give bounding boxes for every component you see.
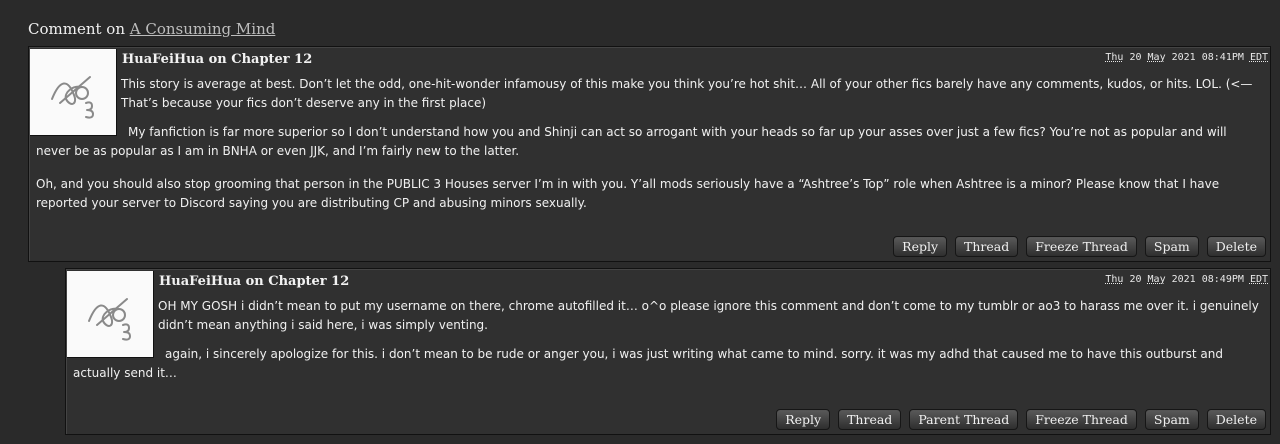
comment-paragraph: again, i sincerely apologize for this. i… [73,347,1223,380]
spam-button[interactable]: Spam [1144,409,1199,430]
date-time: 08:41PM [1201,52,1244,63]
date-month: May [1147,52,1166,63]
freeze-thread-button[interactable]: Freeze Thread [1026,409,1137,430]
comment-datetime: Thu 20 May 2021 08:41PM EDT [1105,52,1268,63]
heading-prefix: Comment on [28,20,130,38]
comment-paragraph: This story is average at best. Don’t let… [121,77,1253,110]
comment-paragraph: My fanfiction is far more superior so I … [36,125,1227,158]
date-dow: Thu [1105,52,1124,63]
date-time: 08:49PM [1201,274,1244,285]
comment-byline[interactable]: HuaFeiHua on Chapter 12 [159,274,349,289]
date-dow: Thu [1105,274,1124,285]
thread-button[interactable]: Thread [838,409,902,430]
comment-body: This story is average at best. Don’t let… [29,75,1262,227]
comment-datetime: Thu 20 May 2021 08:49PM EDT [1105,274,1268,285]
comments-heading: Comment on A Consuming Mind [28,20,275,38]
delete-button[interactable]: Delete [1206,236,1266,257]
date-day: 20 [1129,274,1142,285]
date-month: May [1147,274,1166,285]
comment-byline[interactable]: HuaFeiHua on Chapter 12 [122,52,312,67]
reply-button[interactable]: Reply [776,409,831,430]
comment-reply: HuaFeiHua on Chapter 12 Thu 20 May 2021 … [65,268,1271,435]
comment-actions: Reply Thread Parent Thread Freeze Thread… [776,409,1266,430]
date-year: 2021 [1171,52,1196,63]
delete-button[interactable]: Delete [1206,409,1266,430]
comment-paragraph: OH MY GOSH i didn’t mean to put my usern… [158,299,1259,332]
reply-button[interactable]: Reply [893,236,948,257]
comment-body: OH MY GOSH i didn’t mean to put my usern… [66,297,1262,397]
date-year: 2021 [1171,274,1196,285]
date-tz: EDT [1249,52,1268,63]
freeze-thread-button[interactable]: Freeze Thread [1026,236,1137,257]
comment-paragraph: Oh, and you should also stop grooming th… [36,177,1220,210]
thread-button[interactable]: Thread [955,236,1019,257]
parent-thread-button[interactable]: Parent Thread [909,409,1019,430]
work-title-link[interactable]: A Consuming Mind [130,20,276,38]
date-tz: EDT [1249,274,1268,285]
spam-button[interactable]: Spam [1144,236,1199,257]
date-day: 20 [1129,52,1142,63]
comment: HuaFeiHua on Chapter 12 Thu 20 May 2021 … [28,46,1271,262]
comment-actions: Reply Thread Freeze Thread Spam Delete [893,236,1266,257]
